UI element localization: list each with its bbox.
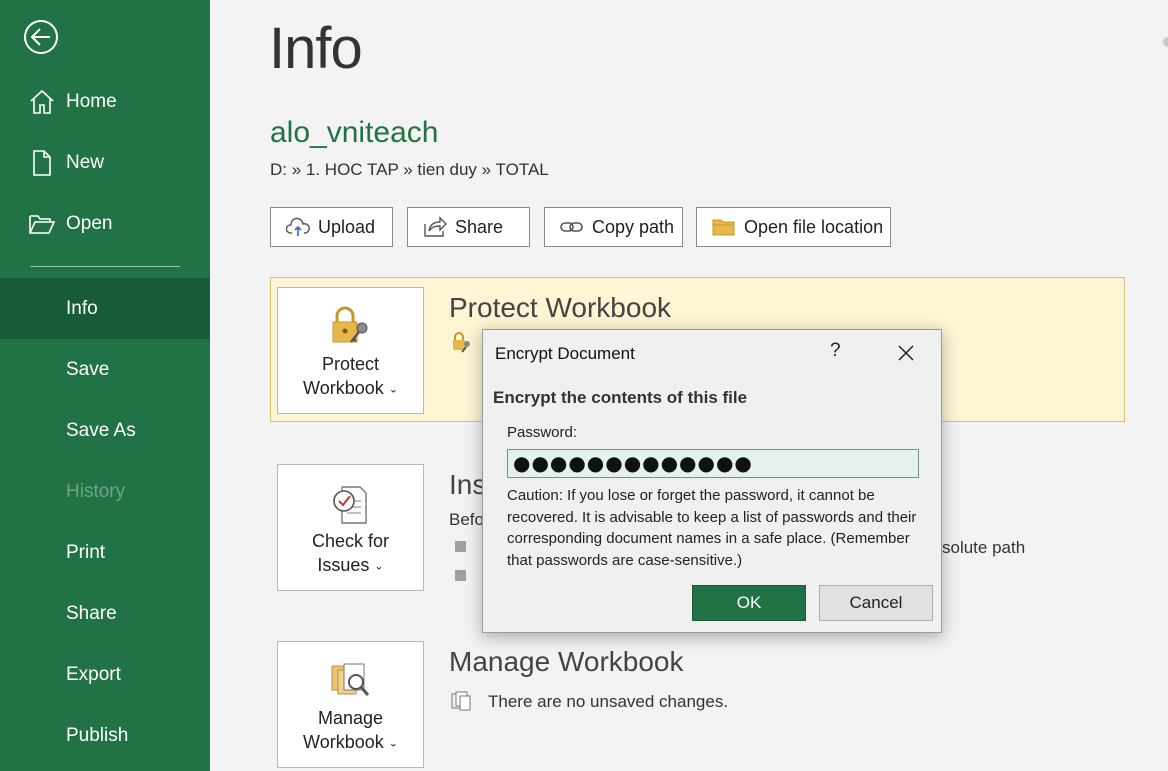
- inspect-tile-line1: Check for: [311, 531, 390, 551]
- nav-home-label: Home: [66, 90, 117, 112]
- copy-path-button[interactable]: Copy path: [544, 207, 683, 247]
- ok-button[interactable]: OK: [692, 585, 806, 621]
- encrypt-document-dialog: Encrypt Document ? Encrypt the contents …: [482, 329, 942, 633]
- chevron-down-icon: ⌄: [374, 560, 384, 573]
- share-button[interactable]: Share: [407, 207, 530, 247]
- nav-print[interactable]: Print: [0, 522, 210, 583]
- close-icon[interactable]: [895, 342, 917, 364]
- cancel-button[interactable]: Cancel: [819, 585, 933, 621]
- nav-info-label: Info: [66, 297, 98, 319]
- dialog-title: Encrypt Document: [495, 344, 635, 363]
- inspect-tile-line2: Issues: [317, 555, 370, 575]
- scrollbar-thumb[interactable]: [1163, 37, 1168, 47]
- small-lock-icon: [453, 332, 470, 353]
- chevron-down-icon: ⌄: [388, 737, 398, 750]
- nav-share[interactable]: Share: [0, 583, 210, 644]
- manage-workbook-title: Manage Workbook: [449, 646, 684, 677]
- manage-workbook-button[interactable]: Manage Workbook ⌄: [277, 641, 424, 768]
- protect-workbook-title: Protect Workbook: [449, 292, 672, 323]
- share-label: Share: [455, 216, 504, 237]
- protect-workbook-button[interactable]: Protect Workbook ⌄: [277, 287, 424, 414]
- nav-open-label: Open: [66, 212, 113, 234]
- dialog-heading: Encrypt the contents of this file: [493, 388, 748, 407]
- bullet-marker: [455, 541, 466, 552]
- file-path: D: » 1. HOC TAP » tien duy » TOTAL: [270, 160, 549, 179]
- chevron-down-icon: ⌄: [388, 383, 398, 396]
- nav-print-label: Print: [66, 541, 106, 563]
- folder-icon: [712, 219, 735, 236]
- open-file-location-button[interactable]: Open file location: [696, 207, 891, 247]
- nav-home[interactable]: Home: [0, 71, 210, 132]
- copy-path-label: Copy path: [592, 216, 675, 237]
- manage-versions-icon: [331, 663, 370, 696]
- new-document-icon: [33, 150, 51, 176]
- nav-open[interactable]: Open: [0, 193, 210, 254]
- nav-info[interactable]: Info: [0, 278, 210, 339]
- nav-share-label: Share: [66, 602, 117, 624]
- link-icon: [560, 222, 583, 232]
- nav-history: History: [0, 461, 210, 522]
- password-input[interactable]: ●●●●●●●●●●●●●: [507, 449, 919, 478]
- manage-tile-line2: Workbook: [303, 732, 384, 752]
- nav-save[interactable]: Save: [0, 339, 210, 400]
- share-arrow-icon: [424, 216, 447, 237]
- manage-tile-line1: Manage: [317, 708, 384, 728]
- document-versions-icon: [451, 691, 471, 711]
- backstage-sidebar: Home New Open Info Save Save As History …: [0, 0, 210, 771]
- inspect-document-icon: [333, 486, 367, 524]
- nav-new[interactable]: New: [0, 132, 210, 193]
- caution-text: Caution: If you lose or forget the passw…: [507, 487, 917, 569]
- nav-new-label: New: [66, 151, 105, 173]
- upload-label: Upload: [318, 216, 376, 237]
- nav-save-as[interactable]: Save As: [0, 400, 210, 461]
- check-for-issues-button[interactable]: Check for Issues ⌄: [277, 464, 424, 591]
- bullet-marker: [455, 570, 466, 581]
- nav-history-label: History: [66, 480, 126, 502]
- inspect-bullet-text: solute path: [942, 538, 1026, 557]
- unsaved-changes-status: There are no unsaved changes.: [488, 692, 729, 711]
- help-button[interactable]: ?: [830, 340, 841, 362]
- inspect-description: Befo: [449, 510, 484, 529]
- nav-publish-label: Publish: [66, 724, 129, 746]
- file-name: alo_vniteach: [270, 116, 439, 149]
- password-label: Password:: [507, 424, 578, 441]
- lock-key-icon: [332, 306, 368, 343]
- protect-tile-line1: Protect: [321, 354, 380, 374]
- page-title: Info: [269, 16, 363, 81]
- back-arrow-icon[interactable]: [24, 20, 58, 54]
- inspect-workbook-title: Ins: [449, 469, 487, 500]
- nav-export[interactable]: Export: [0, 644, 210, 705]
- nav-save-label: Save: [66, 358, 110, 380]
- nav-divider: [30, 266, 180, 267]
- nav-export-label: Export: [66, 663, 121, 685]
- cloud-upload-icon: [286, 217, 310, 236]
- upload-button[interactable]: Upload: [270, 207, 393, 247]
- protect-tile-line2: Workbook: [303, 378, 384, 398]
- home-icon: [30, 89, 54, 114]
- open-folder-icon: [29, 215, 55, 234]
- nav-publish[interactable]: Publish: [0, 705, 210, 766]
- open-file-location-label: Open file location: [744, 216, 884, 237]
- nav-save-as-label: Save As: [66, 419, 136, 441]
